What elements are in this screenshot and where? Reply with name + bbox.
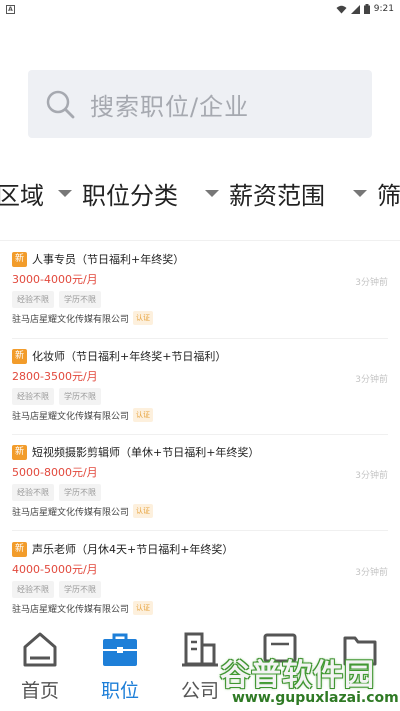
job-salary: 3000-4000元/月: [12, 273, 98, 286]
tab-jobs[interactable]: 职位: [80, 630, 160, 703]
filter-label: 薪资范围: [229, 182, 325, 210]
job-salary: 4000-5000元/月: [12, 563, 98, 576]
tab-home[interactable]: 首页: [0, 630, 80, 703]
job-card[interactable]: 新 短视频摄影剪辑师（单休+节日福利+年终奖） 5000-8000元/月 3分钟…: [12, 444, 388, 536]
divider: [12, 434, 388, 435]
experience-tag: 经验不限: [12, 388, 54, 405]
filter-label: 筛: [377, 182, 400, 210]
education-tag: 学历不限: [59, 291, 101, 308]
education-tag: 学历不限: [59, 484, 101, 501]
job-title: 人事专员（节日福利+年终奖）: [32, 253, 185, 266]
job-card[interactable]: 新 化妆师（节日福利+年终奖+节日福利） 2800-3500元/月 3分钟前 经…: [12, 348, 388, 440]
verified-badge: 认证: [133, 311, 154, 325]
education-tag: 学历不限: [59, 388, 101, 405]
job-card[interactable]: 新 声乐老师（月休4天+节日福利+年终奖） 4000-5000元/月 3分钟前 …: [12, 541, 388, 633]
company-name: 驻马店星耀文化传媒有限公司: [12, 507, 130, 518]
new-badge: 新: [12, 251, 27, 267]
new-badge: 新: [12, 444, 27, 460]
verified-badge: 认证: [133, 504, 154, 518]
home-icon: [23, 632, 57, 667]
divider: [12, 530, 388, 531]
company-name: 驻马店星耀文化传媒有限公司: [12, 604, 130, 615]
tab-label: 首页: [20, 680, 59, 702]
job-time: 3分钟前: [355, 278, 388, 288]
filter-bar: 区域 职位分类 薪资范围 筛: [0, 166, 400, 222]
chevron-down-icon: [353, 190, 367, 197]
job-title: 化妆师（节日福利+年终奖+节日福利）: [32, 350, 227, 363]
company-name: 驻马店星耀文化传媒有限公司: [12, 314, 130, 325]
search-input[interactable]: 搜索职位/企业: [28, 70, 372, 138]
job-time: 3分钟前: [355, 471, 388, 481]
job-time: 3分钟前: [355, 568, 388, 578]
watermark-url: www.gupuxlazai.com: [232, 690, 399, 706]
filter-more[interactable]: 筛: [353, 176, 400, 211]
briefcase-icon: [103, 633, 137, 666]
job-time: 3分钟前: [355, 375, 388, 385]
notification-icon: A: [6, 4, 15, 14]
verified-badge: 认证: [133, 601, 154, 615]
new-badge: 新: [12, 541, 27, 557]
company-name: 驻马店星耀文化传媒有限公司: [12, 411, 130, 422]
new-badge: 新: [12, 348, 27, 364]
building-icon: [182, 632, 218, 667]
battery-icon: [363, 4, 370, 14]
filter-salary-range[interactable]: 薪资范围: [205, 176, 325, 211]
filter-job-category[interactable]: 职位分类: [58, 176, 178, 211]
divider: [0, 240, 400, 241]
chevron-down-icon: [58, 190, 72, 197]
search-placeholder: 搜索职位/企业: [90, 92, 250, 121]
filter-region[interactable]: 区域: [0, 176, 44, 211]
chevron-down-icon: [205, 190, 219, 197]
status-time: 9:21: [373, 4, 394, 14]
job-card[interactable]: 新 人事专员（节日福利+年终奖） 3000-4000元/月 3分钟前 经验不限 …: [12, 251, 388, 343]
job-salary: 5000-8000元/月: [12, 466, 98, 479]
filter-label: 区域: [0, 182, 44, 210]
watermark-text: 谷普软件园: [220, 658, 375, 693]
verified-badge: 认证: [133, 408, 154, 422]
watermark: 谷普软件园 www.gupuxlazai.com: [220, 650, 400, 711]
status-bar: A 9:21: [0, 0, 400, 18]
tab-label: 职位: [100, 680, 139, 702]
education-tag: 学历不限: [59, 581, 101, 598]
job-title: 声乐老师（月休4天+节日福利+年终奖）: [32, 543, 234, 556]
wifi-icon: [336, 5, 347, 13]
job-salary: 2800-3500元/月: [12, 370, 98, 383]
job-title: 短视频摄影剪辑师（单休+节日福利+年终奖）: [32, 446, 260, 459]
experience-tag: 经验不限: [12, 484, 54, 501]
filter-label: 职位分类: [82, 182, 178, 210]
experience-tag: 经验不限: [12, 581, 54, 598]
experience-tag: 经验不限: [12, 291, 54, 308]
signal-icon: [350, 4, 360, 14]
search-icon: [46, 90, 75, 119]
divider: [12, 338, 388, 339]
